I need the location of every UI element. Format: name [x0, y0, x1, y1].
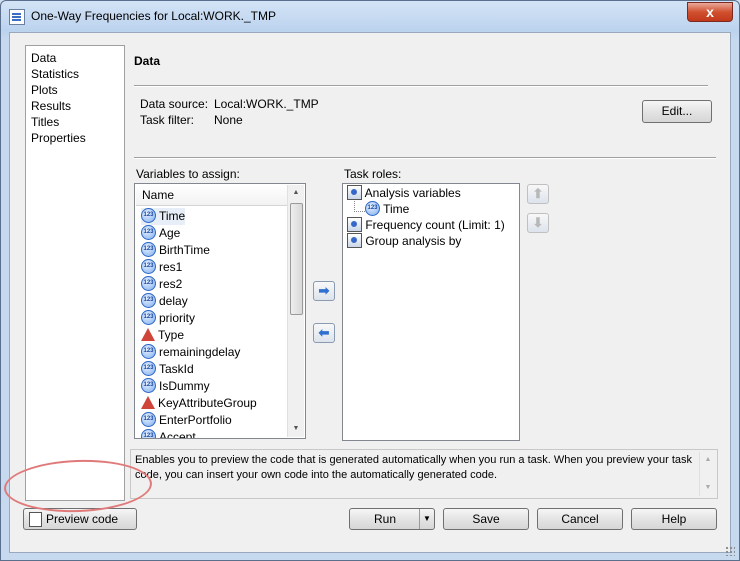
window-title: One-Way Frequencies for Local:WORK._TMP: [31, 9, 276, 23]
variable-item[interactable]: 123 Accept: [141, 429, 196, 438]
role-icon: [347, 233, 362, 249]
scroll-up-arrow-icon[interactable]: ▲: [288, 185, 304, 201]
task-filter-label: Task filter:: [140, 113, 195, 127]
run-label: Run: [373, 512, 396, 526]
numeric-variable-icon: 123: [141, 361, 156, 377]
add-to-role-button[interactable]: ➡: [313, 281, 335, 301]
help-scrollbar[interactable]: ▲ ▼: [699, 452, 716, 496]
numeric-variable-icon: 123: [141, 344, 156, 360]
character-variable-icon: [141, 328, 155, 342]
variables-scrollbar[interactable]: ▲ ▼: [287, 185, 304, 437]
scroll-up-arrow-icon[interactable]: ▲: [700, 452, 716, 468]
variable-item[interactable]: 123 remainingdelay: [141, 344, 240, 361]
role-icon: [347, 217, 362, 233]
task-roles-tree[interactable]: Analysis variables 123 Time Frequency co…: [342, 183, 520, 441]
nav-item-plots[interactable]: Plots: [26, 82, 124, 98]
scroll-down-arrow-icon[interactable]: ▼: [700, 480, 716, 496]
role-icon: [347, 185, 362, 201]
data-source-value: Local:WORK._TMP: [214, 97, 319, 111]
task-filter-value: None: [214, 113, 243, 127]
variable-item[interactable]: 123 priority: [141, 310, 195, 327]
task-roles-label: Task roles:: [344, 167, 402, 181]
numeric-variable-icon: 123: [141, 412, 156, 428]
resize-grip-icon[interactable]: [725, 546, 735, 556]
numeric-variable-icon: 123: [141, 378, 156, 394]
nav-item-properties[interactable]: Properties: [26, 130, 124, 146]
scrollbar-thumb[interactable]: [290, 203, 303, 315]
title-bar[interactable]: One-Way Frequencies for Local:WORK._TMP …: [1, 1, 739, 31]
cancel-button[interactable]: Cancel: [537, 508, 623, 530]
task-navigation-list: Data Statistics Plots Results Titles Pro…: [25, 45, 125, 501]
variable-item[interactable]: 123 IsDummy: [141, 378, 210, 395]
help-button[interactable]: Help: [631, 508, 717, 530]
move-down-button[interactable]: ⬇: [527, 213, 549, 233]
variable-item[interactable]: 123 Time: [141, 208, 186, 225]
nav-item-results[interactable]: Results: [26, 98, 124, 114]
arrow-down-icon: ⬇: [532, 215, 544, 230]
variable-item[interactable]: 123 EnterPortfolio: [141, 412, 232, 429]
help-text: Enables you to preview the code that is …: [135, 454, 693, 481]
variable-item[interactable]: 123 delay: [141, 293, 188, 310]
role-analysis-variables[interactable]: Analysis variables: [347, 185, 461, 201]
numeric-variable-icon: 123: [141, 310, 156, 326]
save-button[interactable]: Save: [443, 508, 529, 530]
role-group-analysis-by[interactable]: Group analysis by: [347, 233, 461, 249]
character-variable-icon: [141, 396, 155, 410]
numeric-variable-icon: 123: [141, 225, 156, 241]
run-button[interactable]: Run ▼: [349, 508, 435, 530]
nav-item-statistics[interactable]: Statistics: [26, 66, 124, 82]
dialog-window: One-Way Frequencies for Local:WORK._TMP …: [0, 0, 740, 561]
role-frequency-count[interactable]: Frequency count (Limit: 1): [347, 217, 505, 233]
app-icon: [9, 9, 25, 25]
variable-item[interactable]: 123 res1: [141, 259, 182, 276]
variable-item[interactable]: 123 res2: [141, 276, 182, 293]
arrow-right-icon: ➡: [318, 283, 330, 298]
variable-item[interactable]: 123 TaskId: [141, 361, 194, 378]
preview-code-label: Preview code: [46, 512, 119, 526]
scroll-down-arrow-icon[interactable]: ▼: [288, 421, 304, 437]
name-column-header[interactable]: Name: [136, 185, 287, 206]
section-title: Data: [134, 54, 161, 68]
variables-listbox[interactable]: Name 123 Time 123 Age 123 BirthTime 123 res1…: [134, 183, 306, 439]
numeric-variable-icon: 123: [141, 429, 156, 438]
numeric-variable-icon: 123: [141, 276, 156, 292]
numeric-variable-icon: 123: [141, 242, 156, 258]
run-dropdown-chevron-icon[interactable]: ▼: [419, 509, 434, 529]
close-button[interactable]: x: [687, 2, 733, 22]
variable-item[interactable]: 123 Age: [141, 225, 180, 242]
numeric-variable-icon: 123: [365, 201, 380, 217]
assigned-variable-time[interactable]: 123 Time: [365, 201, 409, 217]
code-document-icon: [29, 512, 42, 527]
tree-connector: [354, 201, 365, 212]
nav-item-titles[interactable]: Titles: [26, 114, 124, 130]
numeric-variable-icon: 123: [141, 259, 156, 275]
arrow-up-icon: ⬆: [532, 186, 544, 201]
variable-item[interactable]: Type: [141, 327, 184, 344]
remove-from-role-button[interactable]: ⬅: [313, 323, 335, 343]
data-source-label: Data source:: [140, 97, 209, 111]
nav-item-data[interactable]: Data: [26, 50, 124, 66]
data-source-divider: [134, 157, 716, 159]
variable-item[interactable]: KeyAttributeGroup: [141, 395, 257, 412]
edit-button[interactable]: Edit...: [642, 100, 712, 123]
arrow-left-icon: ⬅: [318, 325, 330, 340]
numeric-variable-icon: 123: [141, 208, 156, 224]
move-up-button[interactable]: ⬆: [527, 184, 549, 204]
section-divider: [134, 85, 708, 87]
numeric-variable-icon: 123: [141, 293, 156, 309]
variable-item[interactable]: 123 BirthTime: [141, 242, 210, 259]
variables-label: Variables to assign:: [136, 167, 240, 181]
help-text-box: Enables you to preview the code that is …: [130, 449, 718, 499]
